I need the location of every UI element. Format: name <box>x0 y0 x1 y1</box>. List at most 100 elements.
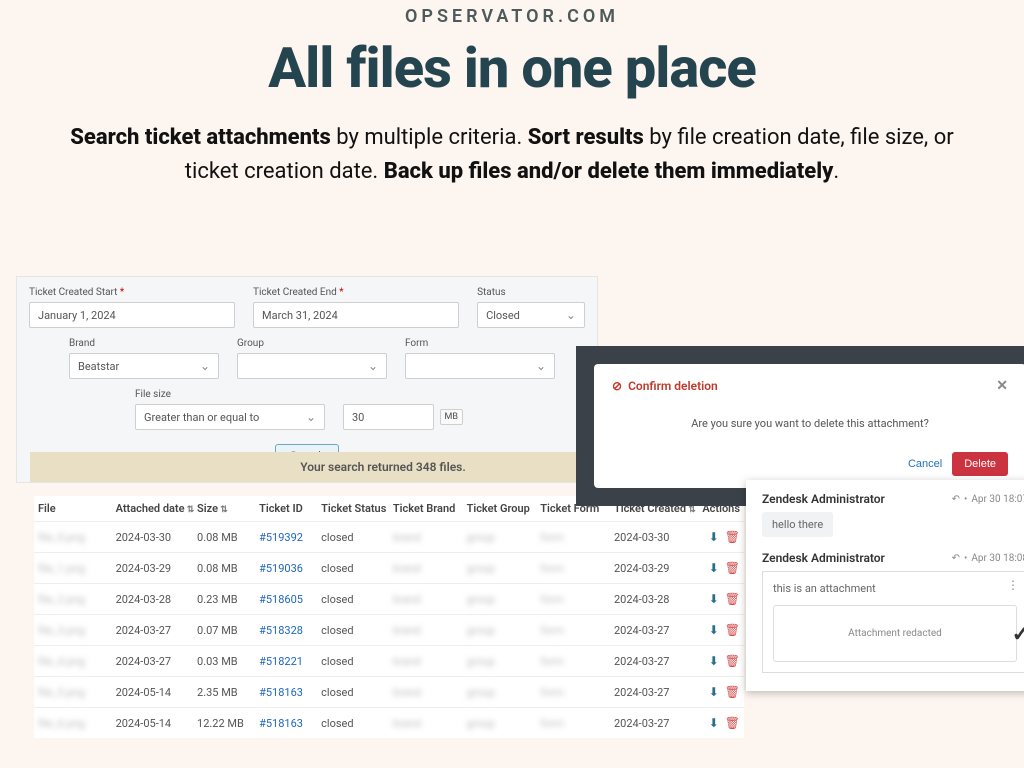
download-icon[interactable]: ⬇ <box>709 561 719 575</box>
comment-author: Zendesk Administrator <box>762 492 885 506</box>
label-end: Ticket Created End <box>253 287 459 298</box>
cell-ticket-id[interactable]: #518163 <box>259 686 321 699</box>
hero-subheading: Search ticket attachments by multiple cr… <box>42 121 982 189</box>
th-ticket-group: Ticket Group <box>467 502 541 515</box>
cell-file: file_1.png <box>38 562 116 575</box>
cell-ticket-created: 2024-03-27 <box>614 717 701 730</box>
label-filesize: File size <box>135 389 325 400</box>
cell-attached: 2024-03-30 <box>116 531 197 544</box>
label-start: Ticket Created Start <box>29 287 235 298</box>
select-brand[interactable]: Beatstar <box>69 353 219 379</box>
download-icon[interactable]: ⬇ <box>709 623 719 637</box>
cell-form: form <box>540 655 614 668</box>
cell-size: 2.35 MB <box>197 686 259 699</box>
table-row: file_3.png2024-03-270.07 MB#518328closed… <box>34 614 744 645</box>
cell-ticket-created: 2024-03-27 <box>614 655 701 668</box>
cell-attached: 2024-03-28 <box>116 593 197 606</box>
cell-ticket-id[interactable]: #518328 <box>259 624 321 637</box>
trash-icon[interactable]: 🗑 <box>725 685 740 699</box>
cell-file: file_6.png <box>38 717 116 730</box>
cell-group: group <box>467 717 541 730</box>
trash-icon[interactable]: 🗑 <box>725 592 740 606</box>
modal-body: Are you sure you want to delete this att… <box>612 394 1008 452</box>
comment-msg-1: hello there <box>762 512 833 537</box>
zendesk-comment-card: Zendesk Administrator • Apr 30 18:07 hel… <box>746 480 1024 691</box>
trash-icon[interactable]: 🗑 <box>725 654 740 668</box>
select-status[interactable]: Closed <box>477 302 585 328</box>
cell-attached: 2024-05-14 <box>116 686 197 699</box>
results-table: File Attached date Size Ticket ID Ticket… <box>34 496 744 738</box>
cell-group: group <box>467 593 541 606</box>
input-filesize-num[interactable]: 30 <box>343 404 434 430</box>
table-row: file_0.png2024-03-300.08 MB#519392closed… <box>34 521 744 552</box>
delete-button[interactable]: Delete <box>952 452 1008 476</box>
label-status: Status <box>477 287 585 298</box>
cell-ticket-id[interactable]: #519036 <box>259 562 321 575</box>
close-icon[interactable]: ✕ <box>996 378 1008 394</box>
cell-ticket-created: 2024-03-29 <box>614 562 701 575</box>
cell-ticket-id[interactable]: #519392 <box>259 531 321 544</box>
cell-ticket-created: 2024-03-27 <box>614 624 701 637</box>
comment-time-2: • Apr 30 18:08 <box>952 553 1024 564</box>
cell-brand: brand <box>393 655 467 668</box>
cell-form: form <box>540 531 614 544</box>
cell-ticket-id[interactable]: #518605 <box>259 593 321 606</box>
trash-icon[interactable]: 🗑 <box>725 623 740 637</box>
cell-status: closed <box>321 655 393 668</box>
trash-icon[interactable]: 🗑 <box>725 530 740 544</box>
cell-attached: 2024-05-14 <box>116 717 197 730</box>
cell-attached: 2024-03-29 <box>116 562 197 575</box>
cell-size: 0.08 MB <box>197 531 259 544</box>
table-row: file_5.png2024-05-142.35 MB#518163closed… <box>34 676 744 707</box>
modal-title: Confirm deletion <box>612 379 718 393</box>
kebab-icon[interactable]: ⋮ <box>1007 578 1019 592</box>
cell-file: file_2.png <box>38 593 116 606</box>
input-start[interactable]: January 1, 2024 <box>29 302 235 328</box>
table-row: file_4.png2024-03-270.03 MB#518221closed… <box>34 645 744 676</box>
cell-brand: brand <box>393 624 467 637</box>
cancel-button[interactable]: Cancel <box>908 452 942 476</box>
select-form[interactable] <box>405 353 555 379</box>
cell-ticket-id[interactable]: #518163 <box>259 717 321 730</box>
attachment-name: this is an attachment <box>773 582 1017 595</box>
label-group: Group <box>237 338 387 349</box>
top-site-label: OPSERVATOR.COM <box>0 0 1024 27</box>
confirm-delete-modal: Confirm deletion ✕ Are you sure you want… <box>594 364 1024 488</box>
trash-icon[interactable]: 🗑 <box>725 561 740 575</box>
th-file: File <box>38 502 116 515</box>
download-icon[interactable]: ⬇ <box>709 654 719 668</box>
cell-status: closed <box>321 531 393 544</box>
cell-file: file_0.png <box>38 531 116 544</box>
cell-group: group <box>467 624 541 637</box>
cell-ticket-created: 2024-03-27 <box>614 686 701 699</box>
trash-icon[interactable]: 🗑 <box>725 716 740 730</box>
download-icon[interactable]: ⬇ <box>709 530 719 544</box>
cell-status: closed <box>321 686 393 699</box>
cell-attached: 2024-03-27 <box>116 655 197 668</box>
select-group[interactable] <box>237 353 387 379</box>
th-size[interactable]: Size <box>197 502 259 515</box>
label-form: Form <box>405 338 555 349</box>
cell-ticket-created: 2024-03-28 <box>614 593 701 606</box>
download-icon[interactable]: ⬇ <box>709 685 719 699</box>
cell-form: form <box>540 562 614 575</box>
cell-ticket-id[interactable]: #518221 <box>259 655 321 668</box>
th-attached[interactable]: Attached date <box>116 502 197 515</box>
table-row: file_2.png2024-03-280.23 MB#518605closed… <box>34 583 744 614</box>
cell-form: form <box>540 593 614 606</box>
cell-attached: 2024-03-27 <box>116 624 197 637</box>
cell-status: closed <box>321 624 393 637</box>
cell-form: form <box>540 624 614 637</box>
cell-status: closed <box>321 593 393 606</box>
cell-group: group <box>467 562 541 575</box>
select-filesize-op[interactable]: Greater than or equal to <box>135 404 325 430</box>
cell-status: closed <box>321 562 393 575</box>
attachment-redacted-box: Attachment redacted <box>773 605 1017 662</box>
input-end[interactable]: March 31, 2024 <box>253 302 459 328</box>
download-icon[interactable]: ⬇ <box>709 716 719 730</box>
cell-group: group <box>467 531 541 544</box>
label-brand: Brand <box>69 338 219 349</box>
check-icon: ✓ <box>1012 622 1024 647</box>
download-icon[interactable]: ⬇ <box>709 592 719 606</box>
cell-brand: brand <box>393 531 467 544</box>
